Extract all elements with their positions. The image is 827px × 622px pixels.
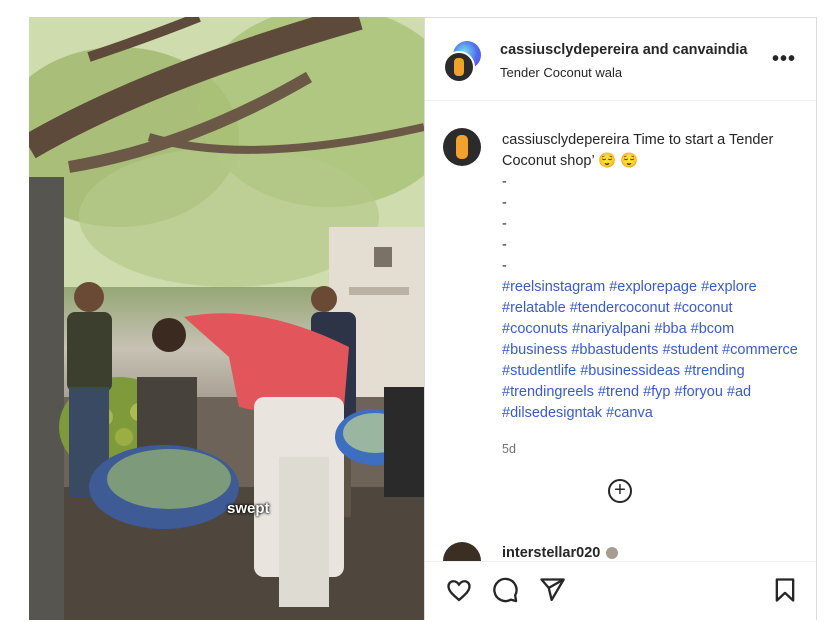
caption-dash: - bbox=[502, 237, 507, 253]
caption-dash: - bbox=[502, 216, 507, 232]
hashtag-link[interactable]: #explorepage bbox=[609, 279, 701, 295]
comment-icon[interactable] bbox=[491, 576, 519, 604]
plus-circle-icon[interactable]: + bbox=[608, 479, 632, 503]
hashtag-link[interactable]: #dilsedesigntak bbox=[502, 405, 606, 421]
and-label: and bbox=[642, 42, 669, 58]
post-side-panel: cassiusclydepereira and canvaindia Tende… bbox=[424, 17, 817, 622]
collab-usernames: cassiusclydepereira and canvaindia bbox=[500, 42, 747, 58]
hashtag-link[interactable]: #bcom bbox=[691, 321, 735, 337]
avatar bbox=[443, 51, 475, 83]
hashtag-link[interactable]: #relatable bbox=[502, 300, 570, 316]
hashtag-link[interactable]: #explore bbox=[701, 279, 757, 295]
hashtag-link[interactable]: #fyp bbox=[643, 384, 674, 400]
caption-text: cassiusclydepereira Time to start a Tend… bbox=[502, 130, 802, 424]
hashtag-link[interactable]: #trend bbox=[598, 384, 643, 400]
hashtag-link[interactable]: #businessideas bbox=[580, 363, 684, 379]
hashtag-link[interactable]: #canva bbox=[606, 405, 653, 421]
hashtag-link[interactable]: #coconuts bbox=[502, 321, 572, 337]
username-link[interactable]: cassiusclydepereira bbox=[500, 42, 639, 58]
media-scene bbox=[29, 17, 424, 620]
comment-item: interstellar020 bbox=[425, 540, 816, 562]
caption-username[interactable]: cassiusclydepereira bbox=[502, 132, 629, 148]
send-icon[interactable] bbox=[538, 576, 566, 604]
hashtag-link[interactable]: #reelsinstagram bbox=[502, 279, 609, 295]
hashtag-link[interactable]: #bbastudents bbox=[571, 342, 662, 358]
hashtag-link[interactable]: #commerce bbox=[722, 342, 798, 358]
hashtag-link[interactable]: #studentlife bbox=[502, 363, 580, 379]
audio-subtitle[interactable]: Tender Coconut wala bbox=[500, 65, 622, 80]
heart-icon[interactable] bbox=[445, 576, 473, 604]
hashtag-list: #reelsinstagram #explorepage #explore #r… bbox=[502, 279, 798, 421]
hashtag-link[interactable]: #foryou bbox=[675, 384, 727, 400]
emoji-icon bbox=[606, 547, 619, 560]
post-media[interactable]: swept bbox=[29, 17, 424, 620]
hashtag-link[interactable]: #bba bbox=[654, 321, 690, 337]
username-link[interactable]: canvaindia bbox=[673, 42, 748, 58]
hashtag-link[interactable]: #nariyalpani bbox=[572, 321, 654, 337]
comment-username: interstellar020 bbox=[502, 545, 619, 561]
hashtag-link[interactable]: #tendercoconut bbox=[570, 300, 674, 316]
avatar[interactable] bbox=[443, 128, 481, 166]
caption-dash: - bbox=[502, 195, 507, 211]
bookmark-icon[interactable] bbox=[771, 576, 799, 604]
post-header: cassiusclydepereira and canvaindia Tende… bbox=[425, 18, 816, 101]
caption-dash: - bbox=[502, 174, 507, 190]
hashtag-link[interactable]: #coconut bbox=[674, 300, 733, 316]
comment-username-link[interactable]: interstellar020 bbox=[502, 545, 600, 561]
post-timestamp[interactable]: 5d bbox=[502, 442, 516, 456]
caption-dash: - bbox=[502, 258, 507, 274]
collab-avatars[interactable] bbox=[443, 41, 483, 83]
video-caption-overlay: swept bbox=[227, 500, 270, 517]
hashtag-link[interactable]: #trendingreels bbox=[502, 384, 598, 400]
more-horizontal-icon[interactable]: ••• bbox=[772, 48, 796, 71]
avatar[interactable] bbox=[443, 542, 481, 562]
hashtag-link[interactable]: #business bbox=[502, 342, 571, 358]
hashtag-link[interactable]: #student bbox=[662, 342, 722, 358]
hashtag-link[interactable]: #ad bbox=[727, 384, 751, 400]
action-bar bbox=[425, 561, 816, 622]
hashtag-link[interactable]: #trending bbox=[684, 363, 744, 379]
